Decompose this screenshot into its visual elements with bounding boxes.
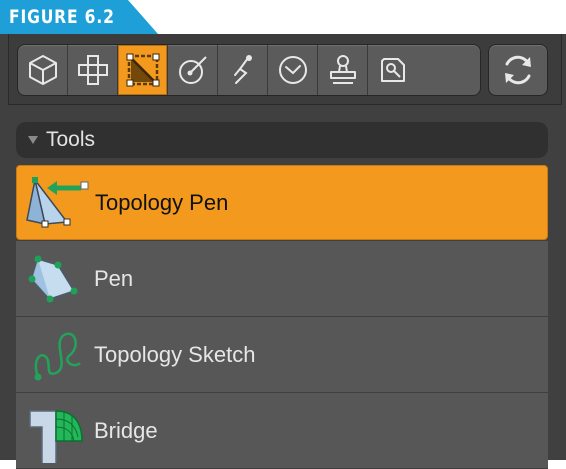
tool-item-topology-pen[interactable]: Topology Pen	[16, 165, 548, 240]
topology-pen-icon	[26, 177, 89, 228]
topology-button[interactable]	[118, 45, 168, 95]
clock-button[interactable]	[268, 45, 318, 95]
tool-item-topology-sketch[interactable]: Topology Sketch	[16, 317, 548, 393]
refresh-button[interactable]	[489, 45, 547, 95]
refresh-button-group	[488, 44, 548, 96]
toolbar-button-group	[17, 44, 481, 96]
figure-label: FIGURE 6.2	[9, 6, 115, 28]
bone-button[interactable]	[218, 45, 268, 95]
stamp-button[interactable]	[318, 45, 368, 95]
tool-list: Topology Pen Pen Topology Sketch Bridge	[16, 165, 548, 469]
tools-section-header[interactable]: Tools	[16, 122, 548, 158]
clock-icon	[278, 56, 307, 84]
cube-icon	[28, 55, 57, 85]
tool-label-bridge: Bridge	[94, 418, 158, 443]
refresh-icon	[505, 55, 531, 85]
bone-icon	[233, 55, 252, 84]
tools-panel: Tools Topology Pen Pen Topology Sketch B…	[0, 34, 566, 469]
grid-cross-button[interactable]	[68, 45, 118, 95]
brush-button[interactable]	[168, 45, 218, 95]
tool-label-topology-sketch: Topology Sketch	[94, 342, 256, 367]
tools-header-label: Tools	[46, 128, 96, 151]
topology-sketch-icon	[34, 332, 81, 381]
grid-cross-icon	[77, 55, 108, 85]
tool-label-topology-pen: Topology Pen	[95, 190, 229, 215]
wrench-button[interactable]	[368, 45, 418, 95]
cube-button[interactable]	[18, 45, 68, 95]
collapse-triangle-icon[interactable]	[28, 136, 38, 144]
tool-item-bridge[interactable]: Bridge	[16, 393, 548, 469]
wrench-icon	[381, 58, 405, 82]
bridge-icon	[29, 410, 83, 463]
figure-label-tab: FIGURE 6.2	[0, 0, 158, 34]
topology-icon	[126, 53, 159, 87]
tool-label-pen: Pen	[94, 266, 134, 291]
tool-item-pen[interactable]: Pen	[16, 241, 548, 317]
toolbar	[8, 34, 562, 105]
stamp-icon	[329, 55, 356, 84]
brush-icon	[178, 56, 207, 84]
pen-icon	[28, 255, 78, 303]
